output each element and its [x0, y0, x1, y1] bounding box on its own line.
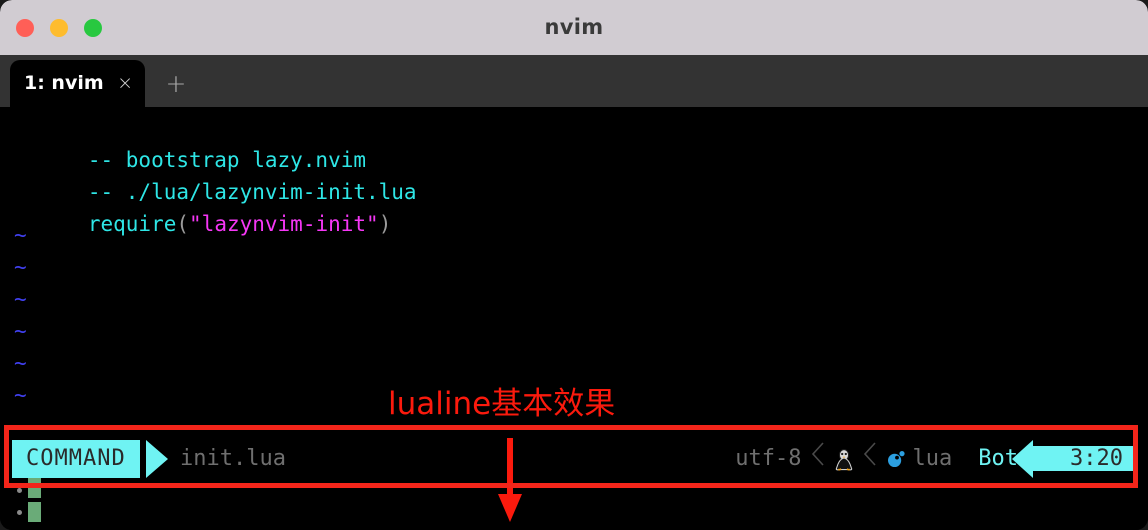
tab-bar: 1: nvim × + [0, 55, 1148, 107]
chevron-right-separator-icon [146, 440, 168, 478]
tab-label: 1: nvim [24, 72, 104, 94]
lualine-statusline: COMMAND init.lua utf-8 lua Bot 3:20 [12, 440, 1135, 478]
statusline-location: 3:20 [1032, 446, 1135, 471]
close-icon[interactable]: × [117, 60, 133, 107]
chevron-left-block-icon [1012, 440, 1034, 478]
cmdline-dot [17, 488, 22, 493]
statusline-filename: init.lua [180, 446, 286, 471]
code-token-string: "lazynvim-init" [189, 212, 379, 236]
cmdline-cursor [28, 502, 41, 522]
terminal-window: nvim 1: nvim × + -- bootstrap lazy.nvim … [0, 0, 1148, 530]
empty-line-marker: ~ [14, 223, 27, 247]
statusline-mode: COMMAND [12, 440, 140, 478]
code-token-paren: ) [378, 212, 392, 236]
command-line-area[interactable] [12, 478, 612, 524]
linux-penguin-icon [834, 440, 854, 478]
code-token-paren: ( [176, 212, 190, 236]
statusline-encoding: utf-8 [735, 446, 802, 471]
statusline-right-section: utf-8 lua Bot 3:20 [735, 440, 1135, 478]
lua-moon-icon [886, 440, 913, 478]
empty-line-marker: ~ [14, 287, 27, 311]
tab-nvim[interactable]: 1: nvim × [10, 60, 145, 107]
plus-icon[interactable]: + [160, 60, 192, 107]
empty-line-marker: ~ [14, 383, 27, 407]
statusline-filetype: lua [912, 446, 953, 471]
empty-line-marker: ~ [14, 351, 27, 375]
window-title: nvim [544, 15, 604, 39]
cmdline-cursor [28, 478, 41, 498]
empty-line-marker: ~ [14, 415, 27, 439]
annotation-label: lualine基本效果 [388, 386, 616, 422]
chevron-left-separator-icon [802, 440, 834, 478]
window-titlebar: nvim [0, 0, 1148, 55]
code-line: require("lazynvim-init") [12, 193, 391, 256]
statusline-location-section: 3:20 [1012, 440, 1135, 478]
code-token-function: require [87, 212, 177, 236]
empty-line-marker: ~ [14, 255, 27, 279]
empty-line-marker: ~ [14, 319, 27, 343]
chevron-left-separator-icon [854, 440, 886, 478]
cmdline-dot [17, 510, 22, 515]
